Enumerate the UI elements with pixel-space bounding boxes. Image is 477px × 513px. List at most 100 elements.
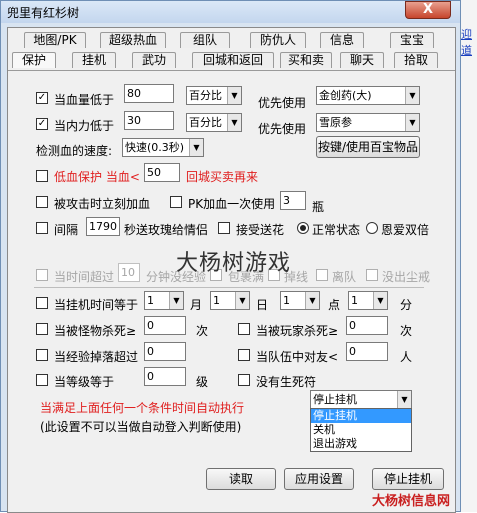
chevron-down-icon: ▼ [405,114,419,131]
player-kill-unit: 次 [400,324,413,338]
monster-kill-input[interactable]: 0 [144,316,186,335]
tab-return-town[interactable]: 回城和返回 [192,52,274,68]
auto-action-note: (此设置不可以当做自动登入判断使用) [40,420,242,434]
player-kill-input[interactable]: 0 [346,316,388,335]
month-value: 1 [147,294,154,307]
month-label: 月 [190,298,203,312]
monster-kill-unit: 次 [196,324,209,338]
afk-time-checkbox[interactable] [36,297,48,309]
no-resurrect-checkbox[interactable] [238,374,250,386]
hp-use-label: 优先使用 [258,96,307,110]
gift-checkbox[interactable] [36,222,48,234]
window-title: 兜里有红杉树 [7,6,80,20]
tab-skills[interactable]: 武功 [132,52,176,68]
tab-map-pk[interactable]: 地图/PK [24,32,86,48]
exp-drop-checkbox[interactable] [36,349,48,361]
chevron-down-icon: ▼ [235,292,249,309]
team-count-input[interactable]: 0 [346,342,388,361]
chevron-down-icon: ▼ [305,292,319,309]
hit-heal-label: 被攻击时立刻加血 [54,197,151,211]
action-dropdown-list: 停止挂机 关机 退出游戏 [310,408,412,452]
side-link[interactable]: 迎道 [461,26,477,58]
team-count-unit: 人 [400,350,413,364]
time-exp-label: 当时间超过 [54,270,115,284]
corner-watermark: 大杨树信息网 [372,494,451,509]
mp-item-select[interactable]: 雪原参 ▼ [316,113,420,132]
hp-item-select[interactable]: 金创药(大) ▼ [316,86,420,105]
mp-unit-select[interactable]: 百分比 ▼ [186,113,242,132]
player-kill-label: 当被玩家杀死≥ [256,324,339,338]
hp-unit-select[interactable]: 百分比 ▼ [186,86,242,105]
action-selected-value: 停止挂机 [313,393,357,406]
tab-anti-enemy[interactable]: 防仇人 [250,32,306,48]
tab-info[interactable]: 信息 [320,32,364,48]
action-select[interactable]: 停止挂机 ▼ [310,390,412,409]
mode-love-label: 恩爱双倍 [381,223,430,237]
pk-heal-input[interactable]: 3 [280,191,306,210]
tab-super-hot[interactable]: 超级热血 [100,32,166,48]
day-label: 日 [256,298,269,312]
exp-drop-label: 当经验掉落超过 [54,350,139,364]
minute-label: 分 [400,298,413,312]
afk-time-label: 当挂机时间等于 [54,298,139,312]
chevron-down-icon: ▼ [189,139,203,156]
close-button[interactable]: X [405,1,451,19]
tab-buy-sell[interactable]: 买和卖 [280,52,332,68]
tab-pet[interactable]: 宝宝 [390,32,434,48]
pk-heal-checkbox[interactable] [170,196,182,208]
low-hp-checkbox[interactable] [36,170,48,182]
mode-normal-radio[interactable] [297,222,309,234]
hotkey-button[interactable]: 按键/使用百宝物品 [316,136,420,158]
hour-label: 点 [328,298,341,312]
day-select[interactable]: 1 ▼ [210,291,250,310]
hour-value: 1 [283,294,290,307]
hp-label: 当血量低于 [54,93,115,107]
tab-team[interactable]: 组队 [180,32,230,48]
mp-threshold-input[interactable]: 30 [124,111,174,130]
team-count-checkbox[interactable] [238,349,250,361]
level-label: 当等级等于 [54,375,115,389]
option-stop-afk[interactable]: 停止挂机 [311,409,411,423]
tab-chat[interactable]: 聊天 [340,52,384,68]
tab-protect[interactable]: 保护 [12,52,56,68]
hit-heal-checkbox[interactable] [36,196,48,208]
time-exp-checkbox [36,269,48,281]
mp-item-value: 雪原参 [319,116,352,129]
hp-checkbox[interactable]: ✓ [36,92,48,104]
stop-afk-button[interactable]: 停止挂机 [372,468,444,490]
option-shutdown[interactable]: 关机 [311,423,411,437]
month-select[interactable]: 1 ▼ [144,291,184,310]
option-exit-game[interactable]: 退出游戏 [311,437,411,451]
gift-interval-input[interactable]: 1790 [86,217,120,236]
accept-flower-checkbox[interactable] [218,222,230,234]
player-kill-checkbox[interactable] [238,323,250,335]
low-hp-input[interactable]: 50 [144,163,180,182]
tab-afk[interactable]: 挂机 [72,52,116,68]
minute-select[interactable]: 1 ▼ [348,291,388,310]
leave-team-label: 离队 [332,270,357,284]
no-resurrect-label: 没有生死符 [256,375,317,389]
chevron-down-icon: ▼ [227,114,241,131]
apply-settings-button[interactable]: 应用设置 [284,468,354,490]
hp-threshold-input[interactable]: 80 [124,84,174,103]
time-exp-input: 10 [118,263,140,282]
monster-kill-checkbox[interactable] [36,323,48,335]
chevron-down-icon: ▼ [169,292,183,309]
hour-select[interactable]: 1 ▼ [280,291,320,310]
level-checkbox[interactable] [36,374,48,386]
speed-select[interactable]: 快速(0.3秒) ▼ [122,138,204,157]
mode-normal-label: 正常状态 [312,223,361,237]
speed-value: 快速(0.3秒) [125,141,185,154]
accept-flower-label: 接受送花 [236,223,285,237]
exp-drop-input[interactable]: 0 [144,342,186,361]
mode-love-radio[interactable] [366,222,378,234]
minute-value: 1 [351,294,358,307]
read-button[interactable]: 读取 [206,468,276,490]
level-input[interactable]: 0 [144,367,186,386]
pk-heal-unit: 瓶 [312,200,325,214]
mp-checkbox[interactable]: ✓ [36,118,48,130]
tab-pickup[interactable]: 拾取 [394,52,438,68]
team-count-label: 当队伍中对友< [256,350,339,364]
pk-heal-label: PK加血一次使用 [188,197,276,211]
chevron-down-icon: ▼ [397,391,411,408]
